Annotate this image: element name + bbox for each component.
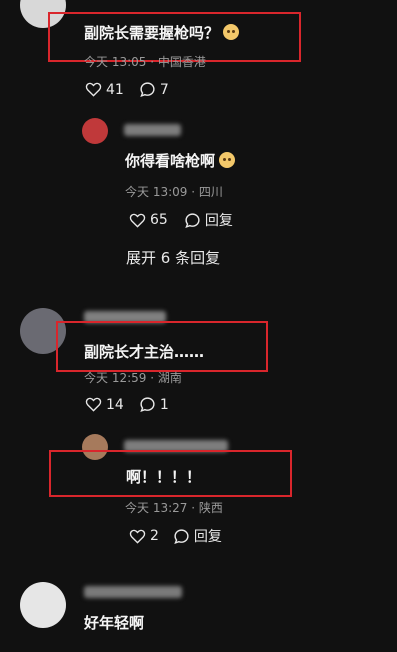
comment-text: 你得看啥枪啊 bbox=[125, 150, 236, 171]
comment-meta: 今天 13:05 · 中国香港 bbox=[84, 55, 206, 69]
comment-actions: 41 7 bbox=[85, 81, 169, 98]
highlight-box bbox=[49, 450, 292, 497]
heart-icon bbox=[85, 397, 102, 412]
comment-meta: 今天 13:27 · 陕西 bbox=[125, 501, 223, 515]
like-button[interactable]: 2 bbox=[129, 528, 159, 544]
username-blurred bbox=[84, 586, 182, 598]
username-blurred bbox=[124, 124, 181, 136]
comment-meta: 今天 12:59 · 湖南 bbox=[84, 371, 182, 385]
heart-icon bbox=[85, 82, 102, 97]
reply-button[interactable]: 回复 bbox=[173, 526, 222, 546]
reply-count: 1 bbox=[159, 396, 169, 413]
comment-actions: 65 回复 bbox=[129, 210, 233, 230]
reply-button[interactable]: 7 bbox=[139, 81, 169, 98]
comment-meta: 今天 13:09 · 四川 bbox=[125, 185, 223, 199]
like-count: 41 bbox=[106, 81, 124, 98]
like-count: 65 bbox=[150, 212, 168, 228]
like-button[interactable]: 65 bbox=[129, 212, 168, 228]
like-button[interactable]: 14 bbox=[85, 397, 124, 413]
comment-actions: 14 1 bbox=[85, 396, 169, 413]
reply-label: 回复 bbox=[193, 529, 222, 545]
expand-replies-button[interactable]: 展开 6 条回复 bbox=[126, 247, 220, 268]
comment-text: 好年轻啊 bbox=[84, 614, 145, 632]
reply-label: 回复 bbox=[204, 213, 233, 229]
reply-button[interactable]: 1 bbox=[139, 396, 169, 413]
heart-icon bbox=[129, 529, 146, 544]
avatar[interactable] bbox=[20, 582, 66, 628]
emoji-icon bbox=[219, 152, 236, 168]
like-button[interactable]: 41 bbox=[85, 82, 124, 98]
like-count: 14 bbox=[106, 396, 124, 413]
comment-icon bbox=[140, 397, 155, 413]
comment-actions: 2 回复 bbox=[129, 526, 222, 546]
like-count: 2 bbox=[150, 528, 159, 544]
reply-count: 7 bbox=[159, 81, 169, 98]
comment-icon bbox=[174, 528, 189, 544]
comment-icon bbox=[185, 212, 200, 228]
heart-icon bbox=[129, 213, 146, 228]
highlight-box bbox=[56, 321, 268, 372]
comment-icon bbox=[140, 82, 155, 98]
avatar[interactable] bbox=[82, 118, 108, 144]
reply-button[interactable]: 回复 bbox=[184, 210, 233, 230]
